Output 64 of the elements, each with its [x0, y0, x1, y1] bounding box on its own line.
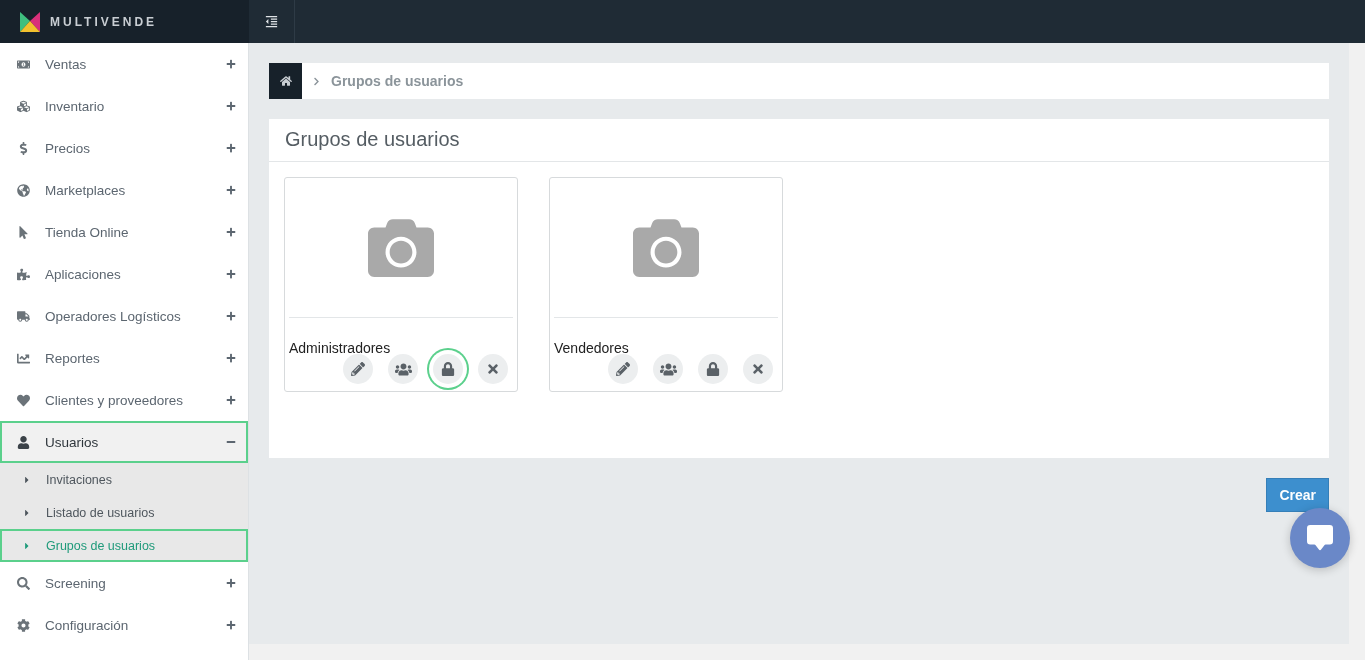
plus-icon	[226, 311, 236, 321]
plus-icon	[226, 353, 236, 363]
plus-icon	[226, 101, 236, 111]
sidebar-label: Aplicaciones	[45, 266, 122, 282]
sidebar-label: Operadores Logísticos	[45, 308, 182, 324]
plus-icon	[226, 185, 236, 195]
group-name: Vendedores	[554, 340, 630, 356]
sidebar-label: Reportes	[45, 350, 101, 366]
plus-icon	[226, 578, 236, 588]
chevron-icon	[312, 76, 321, 86]
permissions-button[interactable]	[698, 354, 728, 384]
lock-icon	[706, 362, 720, 376]
home-icon	[279, 75, 292, 87]
sidebar-label: Tienda Online	[45, 224, 130, 240]
delete-button[interactable]	[743, 354, 773, 384]
sidebar-label: Configuración	[45, 617, 130, 633]
close-icon	[751, 362, 765, 376]
pencil-icon	[351, 362, 365, 376]
edit-button[interactable]	[343, 354, 373, 384]
chat-icon	[1307, 525, 1333, 551]
submenu-item[interactable]: Listado de usuarios	[0, 496, 248, 529]
edit-button[interactable]	[608, 354, 638, 384]
heart-icon	[14, 393, 33, 407]
submenu-item[interactable]: Invitaciones	[0, 463, 248, 496]
close-icon	[486, 362, 500, 376]
panel-title: Grupos de usuarios	[269, 119, 1329, 162]
menu-icon	[264, 14, 279, 29]
search-icon	[14, 576, 33, 590]
plus-icon	[226, 395, 236, 405]
sidebar-label: Usuarios	[45, 434, 100, 450]
members-button[interactable]	[653, 354, 683, 384]
plus-icon	[226, 620, 236, 630]
puzzle-icon	[14, 267, 33, 281]
brand-name: MULTIVENDE	[50, 14, 158, 29]
submenu-label: Listado de usuarios	[46, 505, 155, 520]
sidebar-label: Marketplaces	[45, 182, 127, 198]
truck-icon	[14, 309, 33, 323]
chat-button[interactable]	[1290, 508, 1350, 568]
home-link[interactable]	[269, 63, 302, 99]
chart-icon	[14, 351, 33, 365]
group-name: Administradores	[289, 340, 392, 356]
sidebar-label: Ventas	[45, 56, 88, 72]
sidebar-label: Clientes y proveedores	[45, 392, 185, 408]
plus-icon	[226, 227, 236, 237]
members-button[interactable]	[388, 354, 418, 384]
sidebar-label: Inventario	[45, 98, 106, 114]
cubes-icon	[14, 99, 33, 113]
vertical-scrollbar[interactable]	[1349, 43, 1365, 644]
logo-icon	[20, 11, 40, 32]
lock-icon	[441, 362, 455, 376]
plus-icon	[226, 59, 236, 69]
horizontal-scrollbar[interactable]	[249, 644, 1365, 660]
pencil-icon	[616, 362, 630, 376]
create-button[interactable]: Crear	[1266, 478, 1329, 512]
breadcrumb-current: Grupos de usuarios	[331, 73, 464, 89]
sidebar-item[interactable]: Usuarios	[0, 421, 248, 463]
plus-icon	[226, 269, 236, 279]
sidebar-label: Screening	[45, 575, 107, 591]
globe-icon	[14, 183, 33, 197]
sidebar-label: Precios	[45, 140, 91, 156]
submenu-label: Grupos de usuarios	[46, 538, 156, 553]
delete-button[interactable]	[478, 354, 508, 384]
plus-icon	[226, 143, 236, 153]
submenu-label: Invitaciones	[46, 472, 112, 487]
